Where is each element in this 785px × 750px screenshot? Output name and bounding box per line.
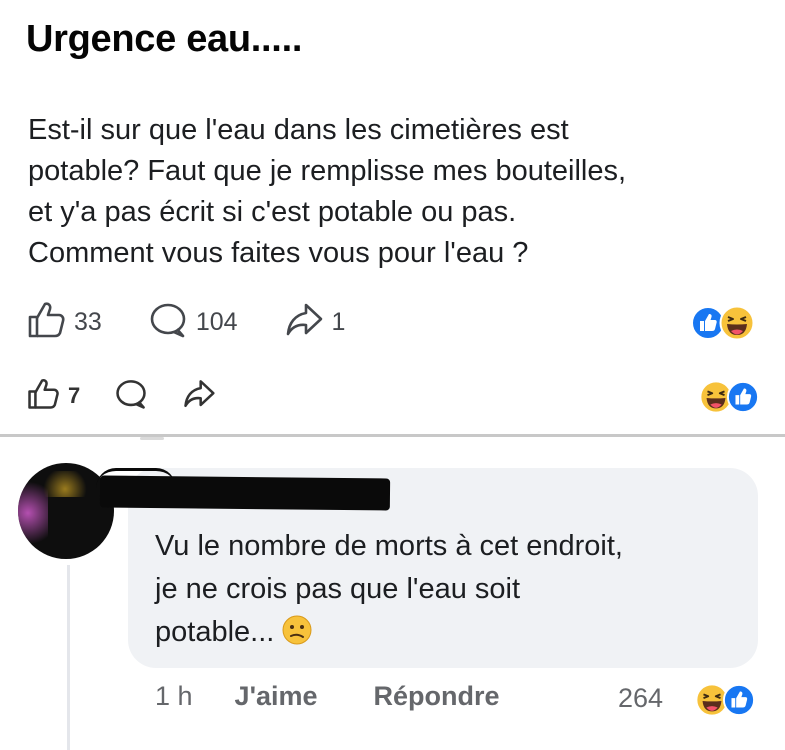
comment-line: potable... [155,611,745,658]
secondary-action-bar: 7 [26,376,250,416]
comment-thread-line [67,565,70,750]
secondary-like-count: 7 [68,383,81,408]
share-arrow-icon [284,301,324,344]
comment-reaction-count[interactable]: 264 [618,683,663,714]
post-body: Est-il sur que l'eau dans les cimetières… [28,110,768,274]
avatar-highlight [40,471,90,497]
comment-meta: 1 h J'aime Répondre [155,681,556,712]
post-body-line: Comment vous faites vous pour l'eau ? [28,237,529,269]
comment-text: Vu le nombre de morts à cet endroit, je … [155,525,745,658]
laugh-reaction-icon [719,305,755,346]
section-divider [0,434,785,437]
comment-button[interactable]: 104 [148,301,238,344]
post-reactions[interactable] [691,305,755,346]
comment-reactions[interactable] [695,683,755,722]
thumbs-up-outline-icon [26,378,60,415]
comment-line: Vu le nombre de morts à cet endroit, [155,530,623,562]
secondary-reactions[interactable] [699,380,759,419]
post-body-line: potable? Faut que je remplisse mes boute… [28,155,627,187]
comment-timestamp[interactable]: 1 h [155,681,193,712]
post-body-line: et y'a pas écrit si c'est potable ou pas… [28,196,517,228]
like-count: 33 [74,307,102,336]
comment-like-link[interactable]: J'aime [235,681,318,712]
comment-line: je ne crois pas que l'eau soit [155,573,521,605]
like-button[interactable]: 33 [26,301,102,344]
share-count: 1 [331,307,346,336]
like-reaction-icon [723,684,755,721]
post-title: Urgence eau..... [26,18,303,60]
confused-face-icon [282,615,312,658]
divider-tick [140,437,164,440]
share-button[interactable]: 1 [284,301,346,344]
share-arrow-icon [182,378,216,415]
like-reaction-icon [727,381,759,418]
secondary-share-button[interactable] [182,378,216,415]
redacted-author-name[interactable] [99,475,391,511]
thumbs-up-outline-icon [26,301,66,344]
comment-bubble-icon [148,301,188,344]
comment-count: 104 [195,307,238,336]
secondary-like-button[interactable]: 7 [26,378,80,415]
post-action-bar: 33 104 1 [26,301,391,344]
comment-reply-link[interactable]: Répondre [374,681,500,712]
post-body-line: Est-il sur que l'eau dans les cimetières… [28,114,569,146]
comment-line-text: potable... [155,616,275,648]
comment-bubble-icon [114,378,148,415]
secondary-comment-button[interactable] [114,378,148,415]
